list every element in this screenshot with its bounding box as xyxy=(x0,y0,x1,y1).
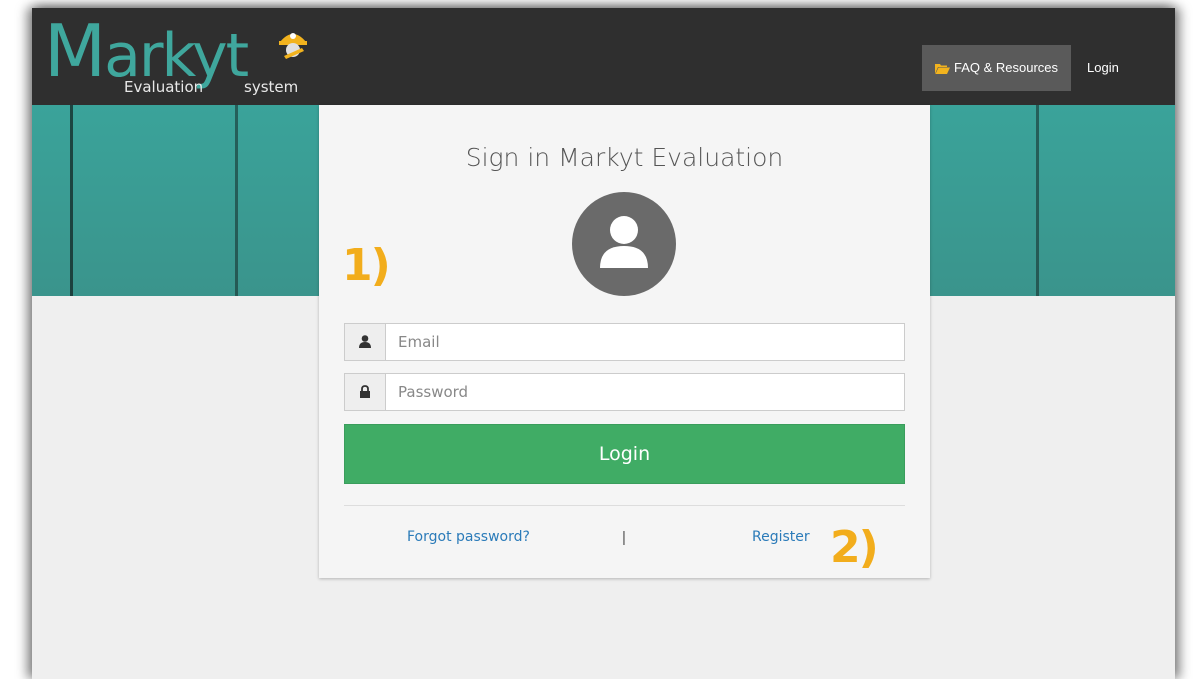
browser-viewport: Markyt Evaluation system FAQ & Resources… xyxy=(32,8,1175,679)
logo-subtitle-evaluation: Evaluation xyxy=(124,78,204,96)
miner-helmet-icon xyxy=(279,33,307,59)
forgot-password-link[interactable]: Forgot password? xyxy=(407,529,530,545)
faq-resources-label: FAQ & Resources xyxy=(953,60,1059,75)
faq-resources-link[interactable]: FAQ & Resources xyxy=(922,45,1071,91)
email-field xyxy=(344,323,908,361)
wood-plank-line xyxy=(70,105,73,296)
folder-open-icon xyxy=(934,64,950,75)
signin-card: Sign in Markyt Evaluation Email Login Fo… xyxy=(319,105,930,578)
step-2-annotation: 2) xyxy=(830,522,879,573)
password-input[interactable] xyxy=(386,374,908,410)
step-1-annotation: 1) xyxy=(342,240,391,291)
wood-plank-line xyxy=(235,105,238,296)
user-icon xyxy=(359,335,371,348)
markyt-logo[interactable]: Markyt Evaluation system xyxy=(44,15,314,98)
navbar: Markyt Evaluation system FAQ & Resources… xyxy=(32,8,1175,105)
logo-subtitle-system: system xyxy=(244,78,299,96)
wood-plank-line xyxy=(1036,105,1039,296)
email-input[interactable] xyxy=(386,324,908,360)
avatar xyxy=(572,192,676,296)
user-icon xyxy=(600,216,648,268)
divider xyxy=(344,505,905,506)
login-button[interactable]: Login xyxy=(344,424,905,484)
signin-title: Sign in Markyt Evaluation xyxy=(465,143,784,172)
email-addon xyxy=(345,324,386,360)
password-field xyxy=(344,373,908,411)
logo-m: M xyxy=(44,9,106,93)
nav-login-link[interactable]: Login xyxy=(1087,45,1119,91)
link-separator: | xyxy=(622,529,626,546)
lock-icon xyxy=(360,385,370,398)
register-link[interactable]: Register xyxy=(752,529,810,545)
password-addon xyxy=(345,374,386,410)
